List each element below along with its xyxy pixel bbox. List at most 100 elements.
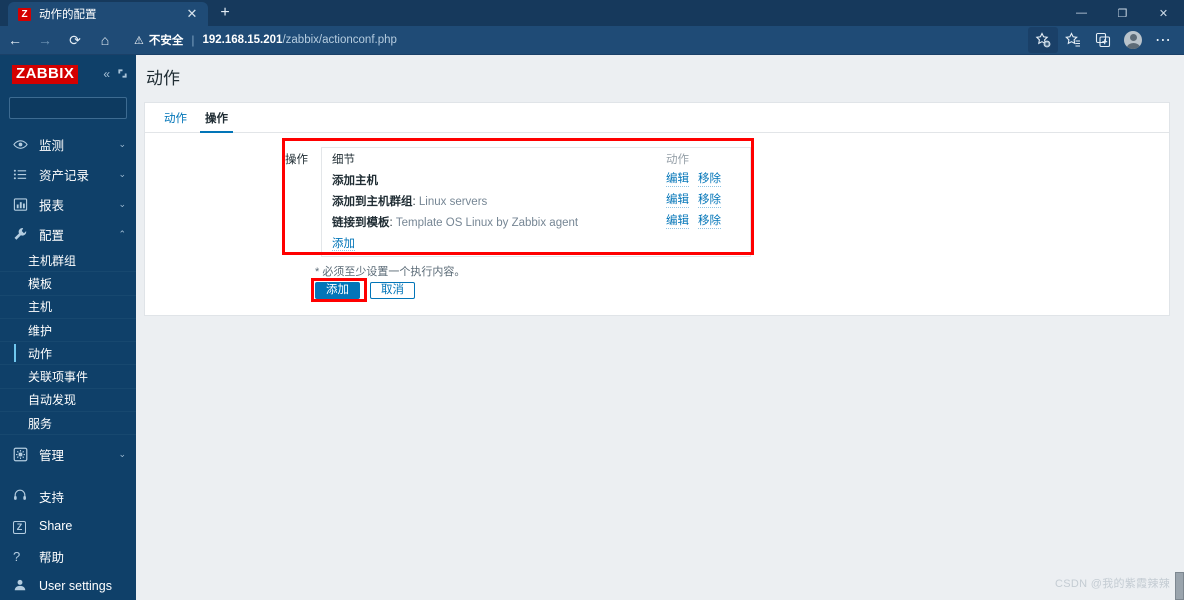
sidebar-item-monitoring-label: 监测 [39,138,65,153]
sidebar-subitem-label: 自动发现 [28,393,77,408]
row-actions: 编辑 移除 [666,215,740,229]
sidebar-item-user-settings[interactable]: User settings [0,571,136,600]
url-host: 192.168.15.201 [202,34,283,46]
not-secure-warning-icon: ⚠ [134,34,144,47]
configuration-submenu: 主机群组 模板 主机 维护 动作 关联项事件 自动发现 服务 [0,249,136,436]
user-icon [13,578,31,595]
sidebar-subitem-host-groups[interactable]: 主机群组 [0,249,136,273]
cancel-button[interactable]: 取消 [370,282,415,299]
scrollbar-thumb[interactable] [1175,572,1184,600]
search-input[interactable] [16,102,136,114]
sidebar-item-user-settings-label: User settings [39,579,112,594]
edit-link[interactable]: 编辑 [666,173,689,187]
collapse-sidebar-icon[interactable]: « [103,68,110,80]
main-content: 动作 动作 操作 操作 细节 动作 添加主机 编辑 移除 添加到主机群组: Li… [136,55,1184,600]
browser-tab[interactable]: Z 动作的配置 ✕ [8,2,208,26]
sidebar-item-help-label: 帮助 [39,550,65,565]
page-title: 动作 [146,69,180,88]
remove-link[interactable]: 移除 [698,194,721,208]
sidebar-subitem-label: 动作 [28,346,53,361]
chevron-down-icon: ⌄ [118,168,126,179]
tab-strip: Z 动作的配置 ✕ + [0,0,238,26]
column-header-detail: 细节 [332,153,355,166]
sidebar-subitem-label: 主机群组 [28,253,77,268]
table-row: 链接到模板: Template OS Linux by Zabbix agent… [322,211,750,232]
sidebar-subitem-templates[interactable]: 模板 [0,272,136,296]
gear-icon [13,447,31,462]
collections-icon[interactable] [1058,27,1088,53]
sidebar-subitem-actions[interactable]: 动作 [0,342,136,366]
url-path: /zabbix/actionconf.php [282,34,397,46]
browser-titlebar: Z 动作的配置 ✕ + — ❐ ✕ [0,0,1184,26]
back-icon[interactable]: ← [0,27,30,53]
browser-toolbar: ← → ⟳ ⌂ ⚠ 不安全 | 192.168.15.201/zabbix/ac… [0,26,1184,55]
chevron-down-icon: ⌄ [118,138,126,149]
settings-more-icon[interactable]: ⋯ [1148,27,1178,53]
sidebar-item-configuration-label: 配置 [39,228,65,243]
home-icon[interactable]: ⌂ [90,27,120,53]
forward-icon[interactable]: → [30,27,60,53]
tab-operations[interactable]: 操作 [196,113,237,133]
operation-name: 链接到模板 [332,216,390,229]
required-star: * [315,266,320,278]
headset-icon [13,488,31,505]
browser-essentials-icon[interactable] [1088,27,1118,53]
operation-value: Template OS Linux by Zabbix agent [395,216,579,229]
profile-avatar[interactable] [1118,27,1148,53]
table-row: 添加主机 编辑 移除 [322,169,750,190]
sidebar-subitem-label: 模板 [28,276,53,291]
submit-button[interactable]: 添加 [315,282,360,299]
sidebar-item-support[interactable]: 支持 [0,481,136,511]
operation-detail: 链接到模板: Template OS Linux by Zabbix agent [332,214,666,230]
operations-field-label: 操作 [285,154,308,166]
browser-tab-title: 动作的配置 [39,9,97,21]
sidebar-subitem-label: 关联项事件 [28,370,89,385]
browser-window: Z 动作的配置 ✕ + — ❐ ✕ ← → ⟳ ⌂ ⚠ 不安全 | 192.16… [0,0,1184,600]
edit-link[interactable]: 编辑 [666,215,689,229]
list-icon [13,167,31,182]
table-row: 添加到主机群组: Linux servers 编辑 移除 [322,190,750,211]
favorite-add-icon[interactable] [1028,27,1058,53]
sidebar-item-monitoring[interactable]: 监测 ⌄ [0,129,136,159]
sidebar-subitem-maintenance[interactable]: 维护 [0,319,136,343]
sidebar-subitem-discovery[interactable]: 自动发现 [0,389,136,413]
zabbix-logo[interactable]: ZABBIX [12,64,79,84]
sidebar-subitem-services[interactable]: 服务 [0,412,136,436]
sidebar-item-reports[interactable]: 报表 ⌄ [0,189,136,219]
sidebar-item-configuration[interactable]: 配置 ⌃ [0,219,136,249]
sidebar-header-icons: « [103,68,128,81]
maximize-button[interactable]: ❐ [1102,0,1143,26]
tab-action[interactable]: 动作 [155,113,196,132]
form-buttons: 添加 取消 [315,282,415,299]
bar-chart-icon [13,197,31,212]
sidebar-subitem-hosts[interactable]: 主机 [0,296,136,319]
sidebar-search[interactable] [9,97,136,119]
sidebar-item-help[interactable]: ? 帮助 [0,541,136,571]
sidebar-subitem-label: 服务 [28,416,53,431]
minimize-button[interactable]: — [1061,0,1102,26]
add-operation-link[interactable]: 添加 [332,237,355,251]
operation-name: 添加到主机群组 [332,195,413,208]
remove-link[interactable]: 移除 [698,173,721,187]
operations-field-row: 操作 细节 动作 添加主机 编辑 移除 添加到主机群组: Linux serve… [285,141,751,257]
reload-icon[interactable]: ⟳ [60,27,90,53]
sidebar-item-share-label: Share [39,519,73,534]
address-bar[interactable]: ⚠ 不安全 | 192.168.15.201/zabbix/actionconf… [126,29,1020,51]
zabbix-favicon: Z [18,7,31,21]
sidebar-subitem-event-correlation[interactable]: 关联项事件 [0,365,136,389]
edit-link[interactable]: 编辑 [666,194,689,208]
operations-add-row: 添加 [322,232,750,256]
hide-sidebar-icon[interactable] [117,68,128,81]
sidebar-item-share[interactable]: Z Share [0,511,136,541]
sidebar-item-administration[interactable]: 管理 ⌄ [0,439,136,469]
sidebar-item-support-label: 支持 [39,490,65,505]
sidebar-item-inventory[interactable]: 资产记录 ⌄ [0,159,136,189]
remove-link[interactable]: 移除 [698,215,721,229]
zabbix-sidebar: ZABBIX « 监测 ⌄ 资产记录 ⌄ 报表 ⌄ 配置 ⌃ 主机群组 模板 主… [0,55,136,600]
close-window-button[interactable]: ✕ [1143,0,1184,26]
close-tab-icon[interactable]: ✕ [184,6,200,22]
operation-value: Linux servers [418,195,488,208]
operation-detail: 添加主机 [332,172,666,188]
sidebar-header: ZABBIX « [0,55,136,93]
new-tab-button[interactable]: + [212,2,238,26]
